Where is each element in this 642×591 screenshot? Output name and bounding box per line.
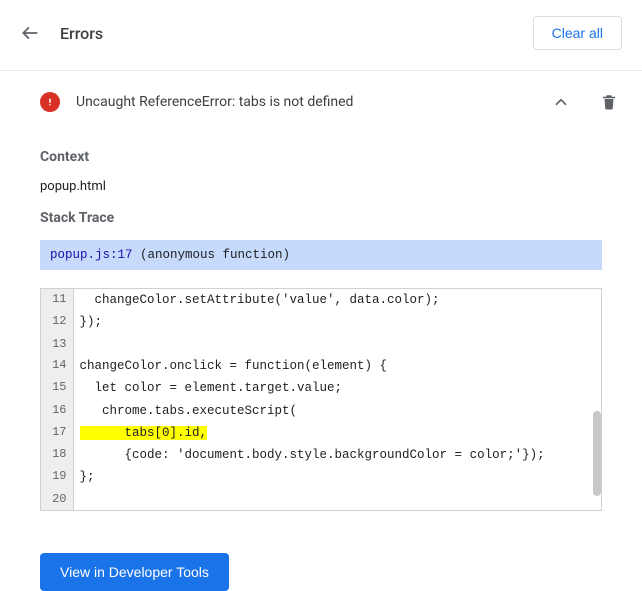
- code-text: [73, 334, 601, 356]
- code-line: 12});: [41, 311, 601, 333]
- error-message: Uncaught ReferenceError: tabs is not def…: [76, 94, 532, 110]
- code-text: changeColor.onclick = function(element) …: [73, 355, 601, 377]
- page-title: Errors: [60, 24, 513, 43]
- code-line: 16 chrome.tabs.executeScript(: [41, 400, 601, 422]
- trash-icon[interactable]: [596, 89, 622, 115]
- code-text: tabs[0].id,: [73, 422, 601, 444]
- scrollbar-thumb[interactable]: [593, 411, 601, 496]
- code-text: let color = element.target.value;: [73, 377, 601, 399]
- code-snippet: 11 changeColor.setAttribute('value', dat…: [40, 288, 602, 511]
- code-line: 15 let color = element.target.value;: [41, 377, 601, 399]
- code-text: chrome.tabs.executeScript(: [73, 400, 601, 422]
- clear-all-button[interactable]: Clear all: [533, 16, 622, 50]
- stack-frame[interactable]: popup.js:17 (anonymous function): [40, 240, 602, 270]
- line-number: 17: [41, 422, 73, 444]
- code-line: 17 tabs[0].id,: [41, 422, 601, 444]
- code-line: 18 {code: 'document.body.style.backgroun…: [41, 444, 601, 466]
- code-line: 19};: [41, 466, 601, 488]
- line-number: 15: [41, 377, 73, 399]
- stack-trace-label: Stack Trace: [40, 210, 602, 226]
- line-number: 18: [41, 444, 73, 466]
- context-label: Context: [40, 149, 602, 165]
- code-line: 20: [41, 489, 601, 511]
- line-number: 20: [41, 489, 73, 511]
- line-number: 13: [41, 334, 73, 356]
- page-header: Errors Clear all: [0, 0, 642, 70]
- error-details: Context popup.html Stack Trace popup.js:…: [0, 149, 642, 531]
- code-text: {code: 'document.body.style.backgroundCo…: [73, 444, 601, 466]
- stack-frame-file: popup.js:17: [50, 248, 133, 262]
- error-row: Uncaught ReferenceError: tabs is not def…: [0, 71, 642, 133]
- code-line: 11 changeColor.setAttribute('value', dat…: [41, 289, 601, 311]
- back-arrow-icon[interactable]: [20, 23, 40, 43]
- line-number: 14: [41, 355, 73, 377]
- chevron-up-icon[interactable]: [548, 89, 574, 115]
- code-text: });: [73, 311, 601, 333]
- code-text: changeColor.setAttribute('value', data.c…: [73, 289, 601, 311]
- code-text: [73, 489, 601, 511]
- stack-frame-fn: (anonymous function): [140, 248, 290, 262]
- context-value: popup.html: [40, 179, 602, 194]
- error-icon: [40, 92, 60, 112]
- line-number: 19: [41, 466, 73, 488]
- code-line: 14changeColor.onclick = function(element…: [41, 355, 601, 377]
- line-number: 12: [41, 311, 73, 333]
- line-number: 16: [41, 400, 73, 422]
- code-text: };: [73, 466, 601, 488]
- code-line: 13: [41, 334, 601, 356]
- code-table: 11 changeColor.setAttribute('value', dat…: [41, 289, 601, 510]
- line-number: 11: [41, 289, 73, 311]
